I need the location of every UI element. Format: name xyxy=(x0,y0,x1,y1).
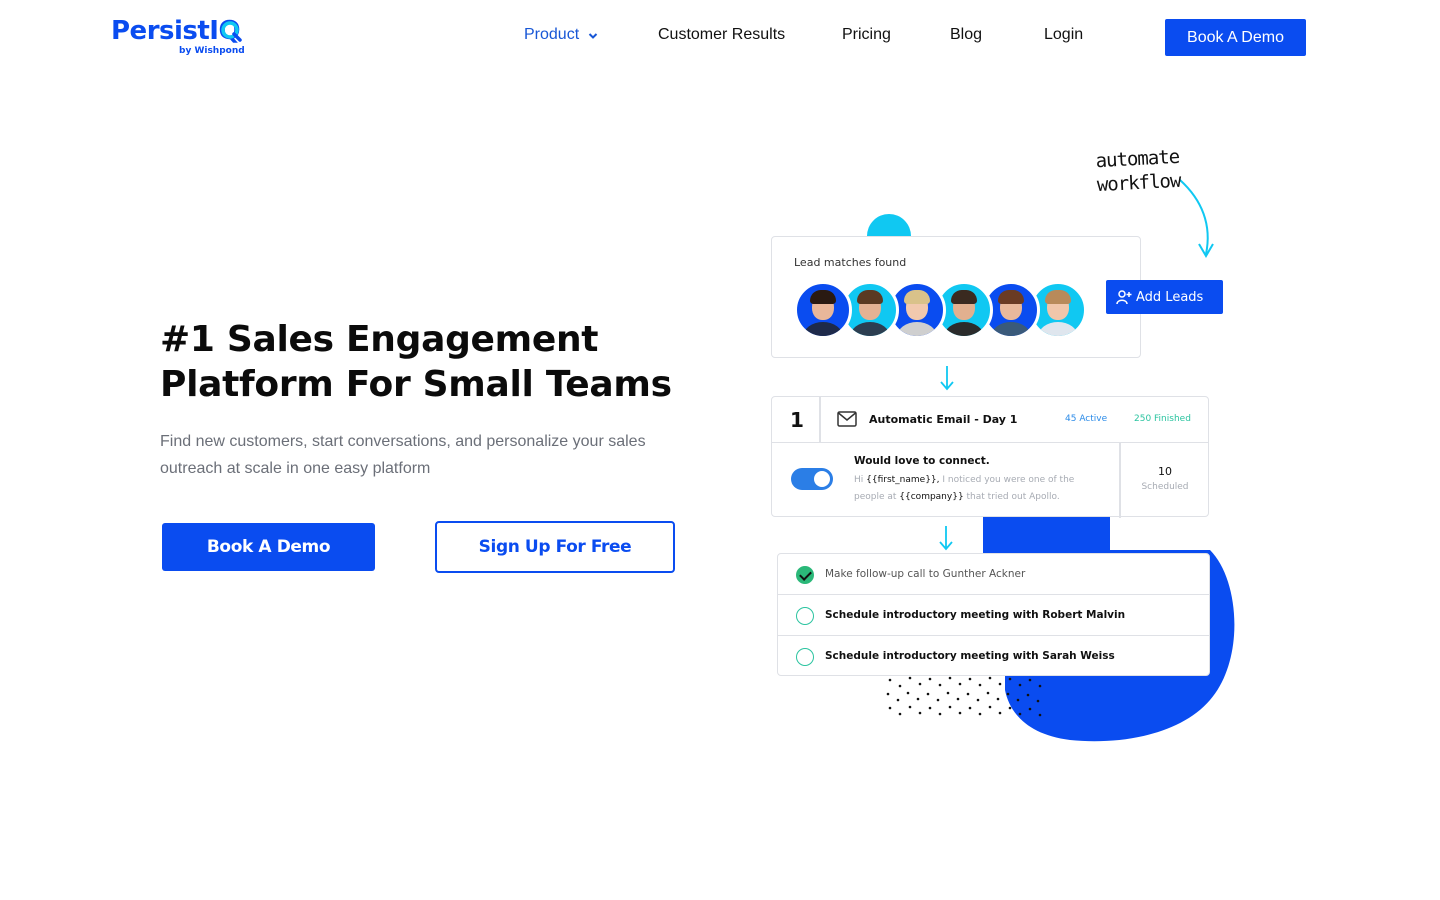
avatar-hair xyxy=(998,290,1024,304)
email-step-card: 1 Automatic Email - Day 1 45 Active 250 … xyxy=(771,396,1209,518)
avatar-hair xyxy=(904,290,930,304)
task-item: Schedule introductory meeting with Rober… xyxy=(778,595,1209,636)
nav-item-customer-results[interactable]: Customer Results xyxy=(658,26,785,44)
scheduled-count: 10 xyxy=(1158,465,1172,478)
task-checkbox[interactable] xyxy=(796,566,814,584)
arrow-down-icon xyxy=(940,366,954,391)
avatar-body xyxy=(850,322,890,336)
avatar-hair xyxy=(810,290,836,304)
email-step-title: Automatic Email - Day 1 xyxy=(869,413,1018,426)
email-enabled-toggle[interactable] xyxy=(791,468,833,490)
task-checkbox[interactable] xyxy=(796,607,814,625)
toggle-knob xyxy=(814,471,830,487)
active-count: 45 Active xyxy=(1065,414,1108,424)
divider xyxy=(1119,443,1121,518)
chevron-down-icon xyxy=(588,33,598,39)
hero-book-demo-button[interactable]: Book A Demo xyxy=(162,523,375,571)
avatar-body xyxy=(991,322,1031,336)
message-suffix: that tried out Apollo. xyxy=(963,492,1060,502)
message-preview: Hi {{first_name}}, I noticed you were on… xyxy=(854,472,1104,506)
tasks-card: Make follow-up call to Gunther Ackner Sc… xyxy=(777,553,1210,676)
add-user-icon xyxy=(1116,290,1132,305)
logo-magnifier-icon xyxy=(221,21,242,42)
add-leads-button[interactable]: Add Leads xyxy=(1106,280,1223,314)
hero-subtitle: Find new customers, start conversations,… xyxy=(160,433,646,477)
arrow-down-icon xyxy=(939,526,953,551)
avatar-body xyxy=(803,322,843,336)
email-step-header: 1 Automatic Email - Day 1 45 Active 250 … xyxy=(772,397,1208,443)
task-item: Schedule introductory meeting with Sarah… xyxy=(778,636,1209,677)
hero-sign-up-button[interactable]: Sign Up For Free xyxy=(435,521,675,573)
task-label: Schedule introductory meeting with Sarah… xyxy=(825,650,1115,662)
nav-item-pricing[interactable]: Pricing xyxy=(842,26,891,44)
finished-count: 250 Finished xyxy=(1134,414,1191,424)
divider xyxy=(819,397,821,443)
cyan-blob xyxy=(867,214,911,236)
nav-item-product[interactable]: Product xyxy=(524,26,598,44)
nav-item-label: Product xyxy=(524,26,580,43)
avatar-body xyxy=(1038,322,1078,336)
company-variable: {{company}} xyxy=(899,492,964,502)
workflow-illustration: automate workflow Lead matches found Add… xyxy=(740,130,1260,770)
scheduled-label: Scheduled xyxy=(1141,482,1189,492)
automate-workflow-annotation: automate workflow xyxy=(1087,144,1189,197)
task-item: Make follow-up call to Gunther Ackner xyxy=(778,554,1209,595)
add-leads-label: Add Leads xyxy=(1136,289,1204,305)
page: PersistIQ by Wishpond Product Customer R… xyxy=(0,0,1440,900)
task-checkbox[interactable] xyxy=(796,648,814,666)
header-book-demo-button[interactable]: Book A Demo xyxy=(1165,19,1306,56)
logo-subtitle: by Wishpond xyxy=(179,46,245,56)
avatar-hair xyxy=(951,290,977,304)
hero-title-line-2: Platform For Small Teams xyxy=(160,364,672,405)
task-label: Schedule introductory meeting with Rober… xyxy=(825,609,1126,621)
nav-item-login[interactable]: Login xyxy=(1044,26,1083,44)
message-prefix: Hi xyxy=(854,475,867,485)
lead-matches-card: Lead matches found xyxy=(771,236,1141,358)
hero-title: #1 Sales Engagement Platform For Small T… xyxy=(160,317,680,407)
step-number: 1 xyxy=(790,408,804,432)
mail-icon xyxy=(837,411,857,427)
lead-avatar xyxy=(794,281,852,339)
avatar-hair xyxy=(1045,290,1071,304)
lead-matches-label: Lead matches found xyxy=(794,256,907,269)
nav-item-blog[interactable]: Blog xyxy=(950,26,982,44)
avatar-body xyxy=(897,322,937,336)
message-subject: Would love to connect. xyxy=(854,455,990,467)
task-label: Make follow-up call to Gunther Ackner xyxy=(825,568,1026,580)
avatar-hair xyxy=(857,290,883,304)
avatar-body xyxy=(944,322,984,336)
first-name-variable: {{first_name}}, xyxy=(866,475,940,485)
persistiq-logo[interactable]: PersistIQ by Wishpond xyxy=(111,16,251,60)
hero-title-line-1: #1 Sales Engagement xyxy=(160,319,599,360)
